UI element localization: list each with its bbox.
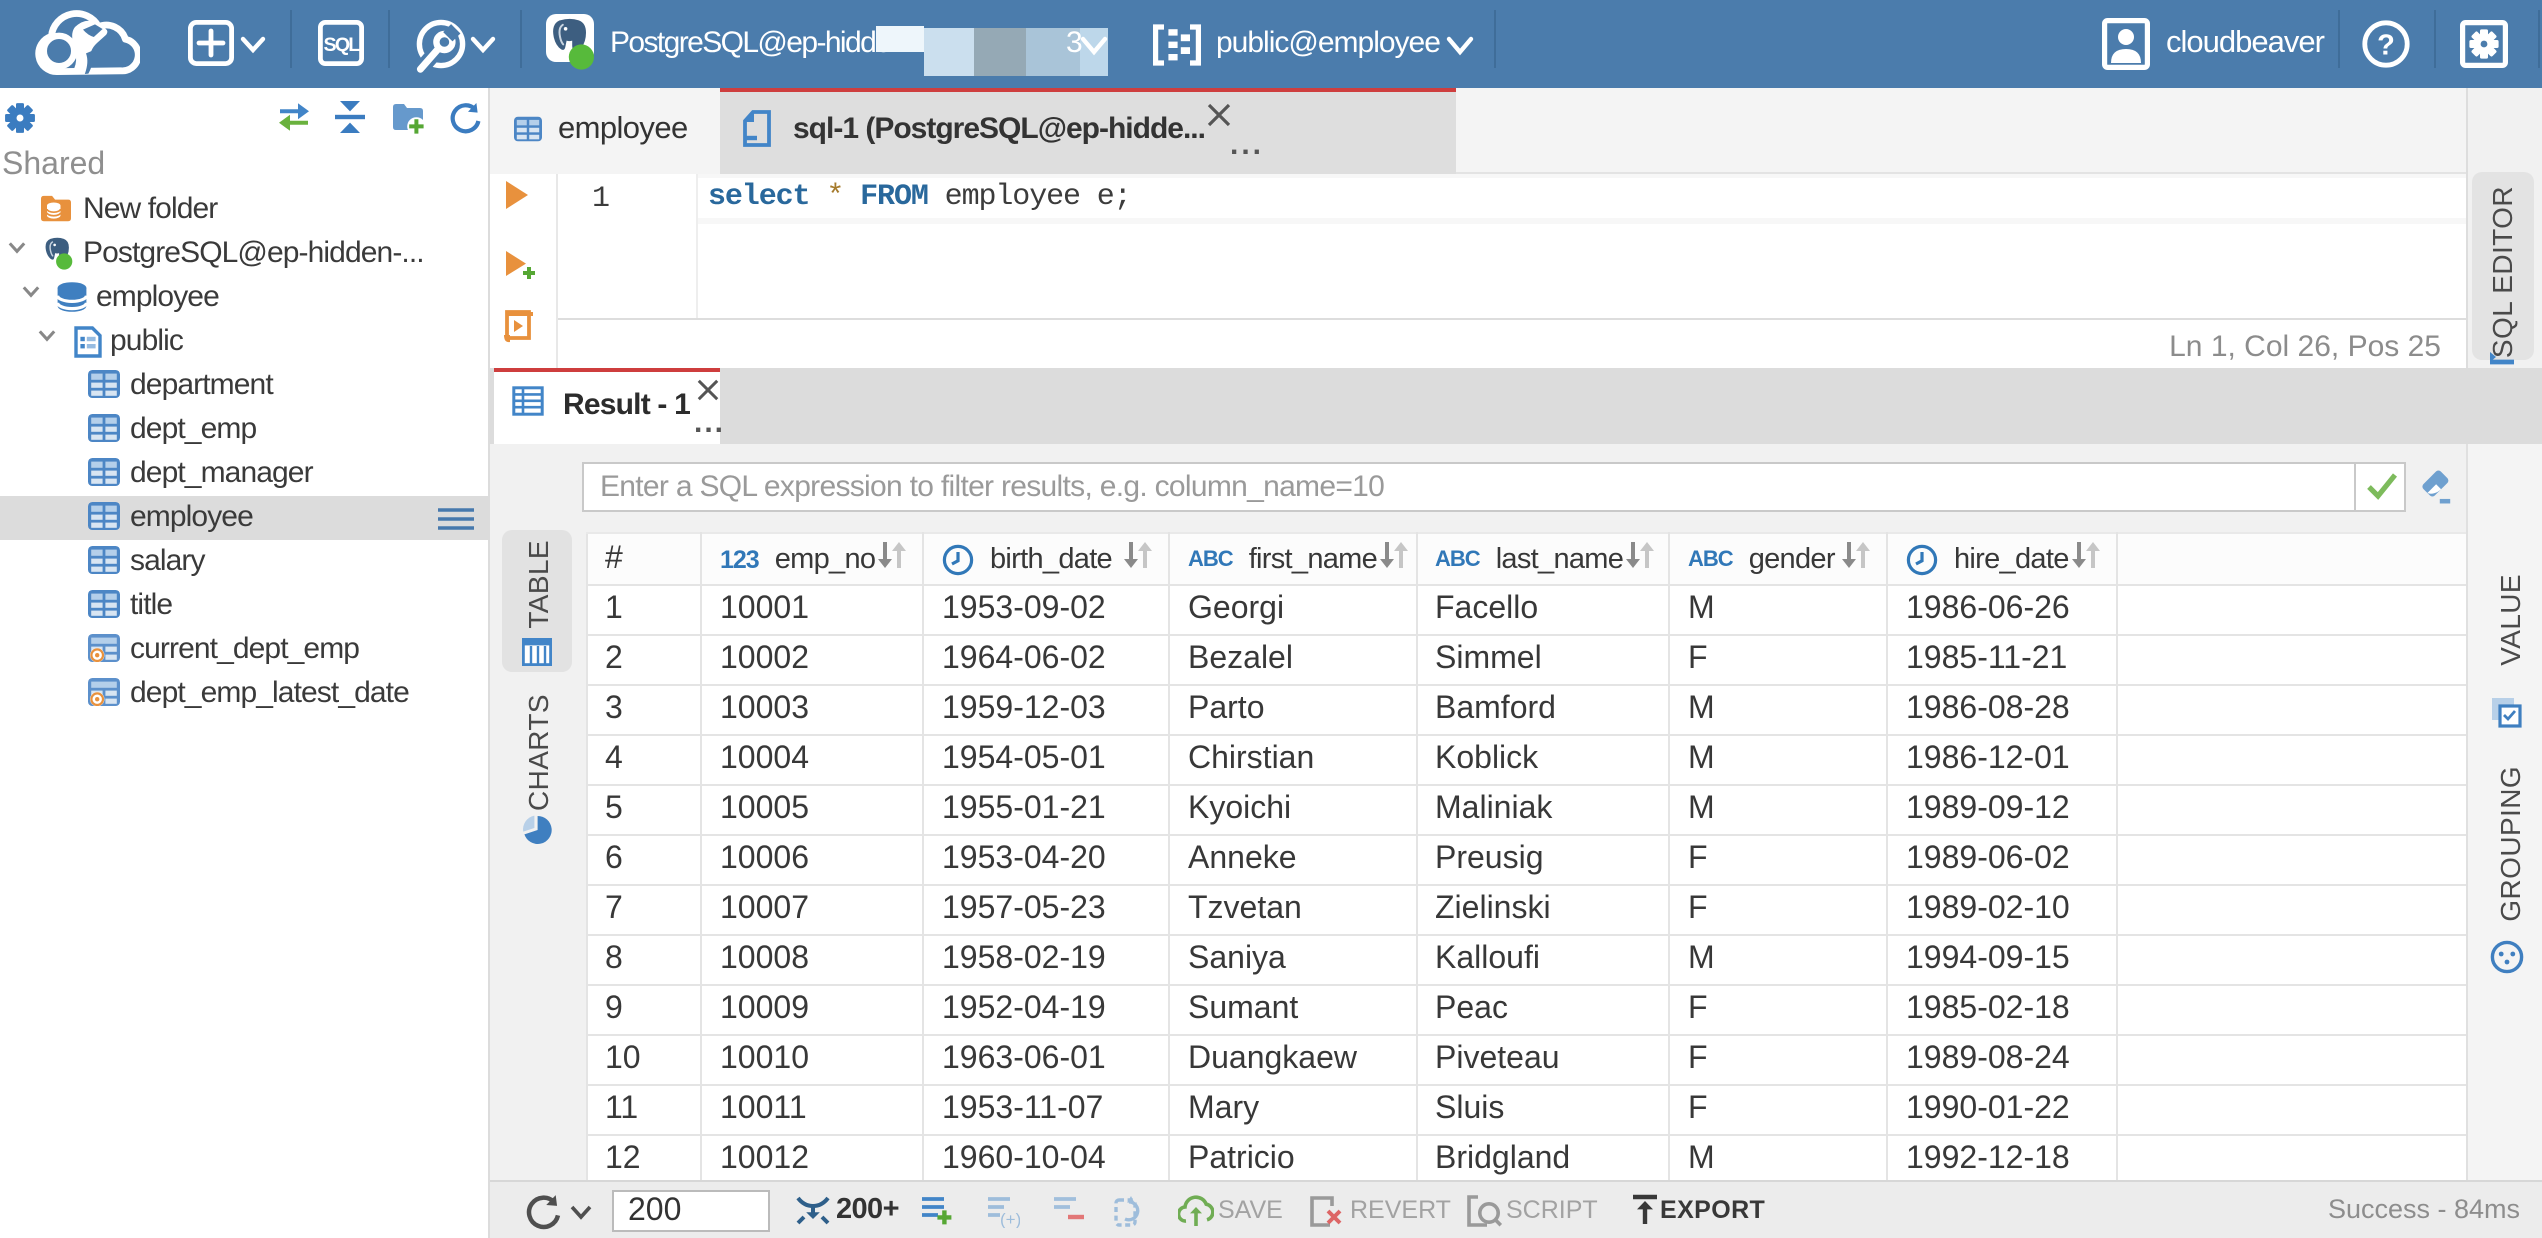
svg-text:?: ? bbox=[2377, 29, 2395, 61]
svg-text:SQL: SQL bbox=[324, 34, 361, 56]
svg-text:(+): (+) bbox=[1000, 1210, 1020, 1228]
